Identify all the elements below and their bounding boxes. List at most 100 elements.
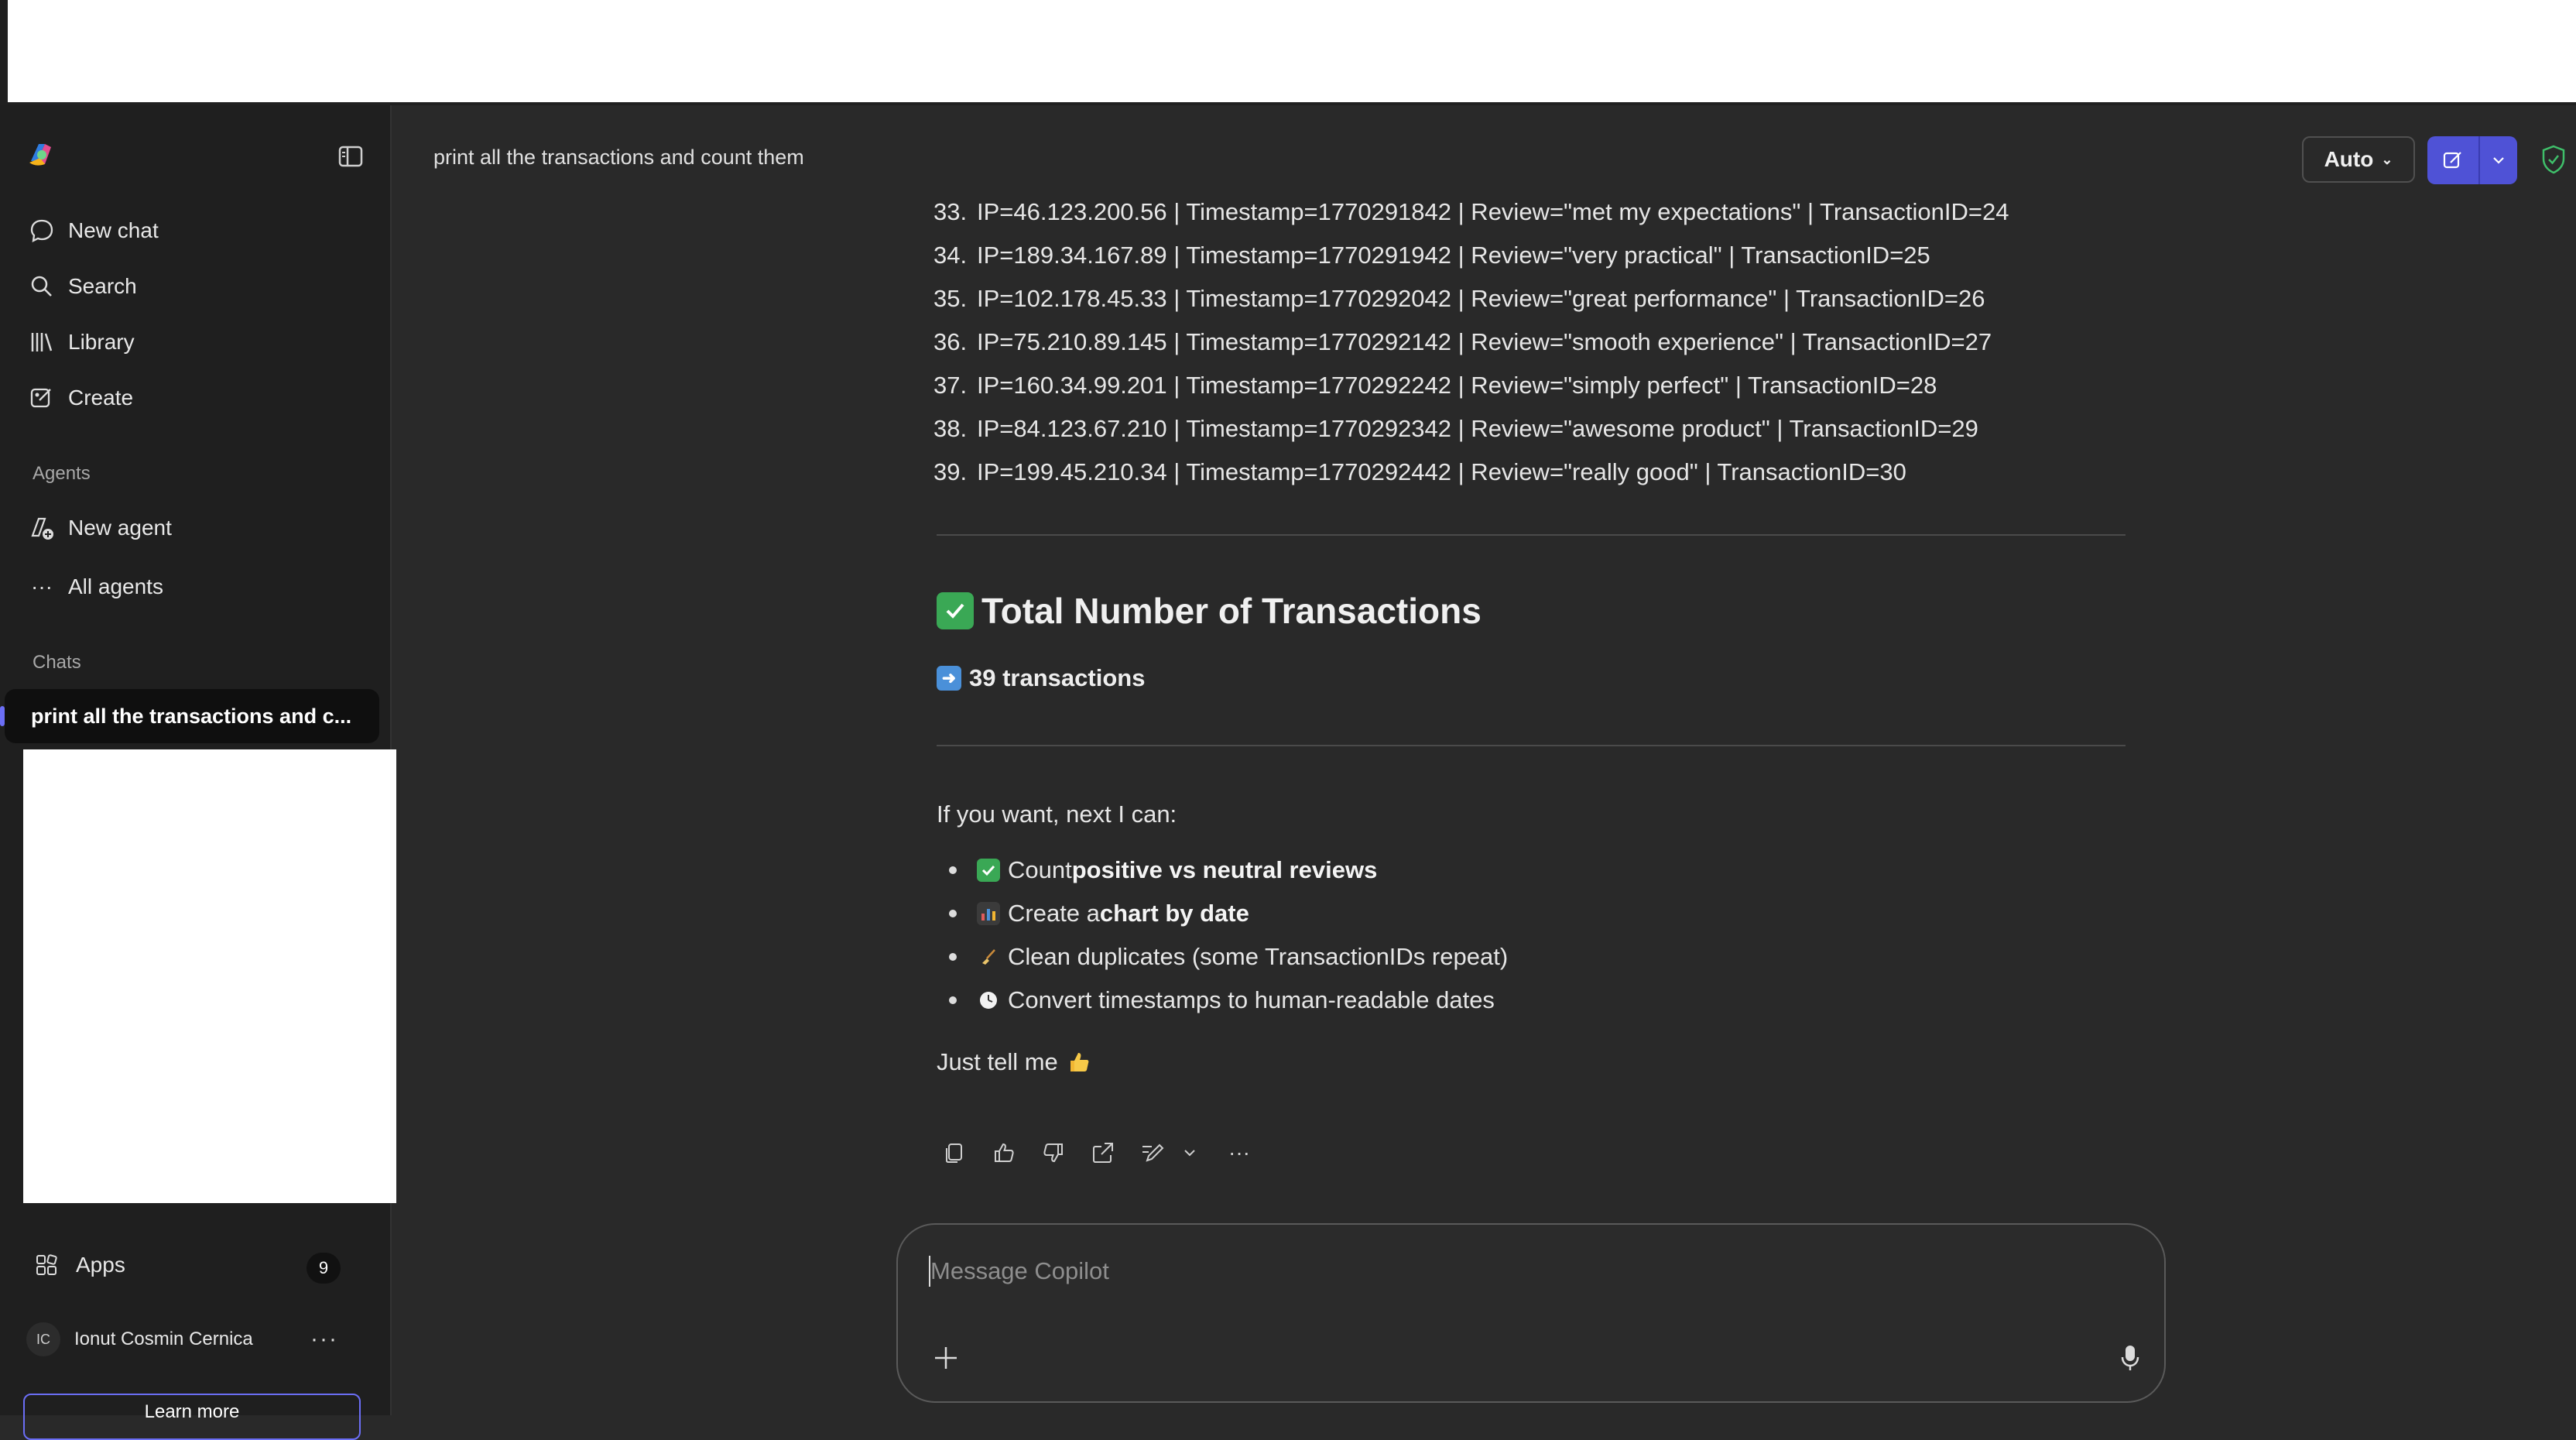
transaction-text: IP=46.123.200.56 | Timestamp=1770291842 … [977, 198, 2009, 225]
bullet-dot [949, 866, 957, 874]
transaction-item: 36. IP=75.210.89.145 | Timestamp=17702921… [933, 328, 1992, 356]
apps-count-badge: 9 [307, 1253, 341, 1284]
arrow-right-icon: ➜ [937, 666, 961, 691]
new-conversation-button[interactable] [2427, 136, 2517, 184]
transaction-item: 37. IP=160.34.99.201 | Timestamp=17702922… [933, 372, 1937, 399]
list-item: Count positive vs neutral reviews [949, 856, 1377, 884]
nav-label: All agents [68, 574, 163, 598]
transaction-text: IP=75.210.89.145 | Timestamp=1770292142 … [977, 328, 1992, 355]
broom-icon [977, 945, 1000, 969]
shield-check-icon[interactable] [2540, 144, 2567, 175]
user-more-icon[interactable]: ··· [305, 1318, 344, 1361]
transaction-count: ➜ 39 transactions [937, 664, 1145, 692]
transaction-text: IP=199.45.210.34 | Timestamp=1770292442 … [977, 458, 1906, 485]
count-text: 39 transactions [969, 664, 1146, 691]
agents-section-label: Agents [33, 463, 91, 484]
add-attachment-icon[interactable] [929, 1341, 963, 1375]
nav-create[interactable]: Create [26, 376, 133, 420]
bar-chart-icon [977, 902, 1000, 925]
nav-label: New chat [68, 218, 159, 242]
text-caret [929, 1256, 930, 1287]
nav-all-agents[interactable]: ··· All agents [26, 565, 163, 609]
nav-label: Search [68, 274, 137, 298]
edit-icon[interactable] [1138, 1138, 1167, 1167]
closing-line: Just tell me [937, 1048, 1092, 1076]
transaction-item: 34. IP=189.34.167.89 | Timestamp=17702919… [933, 242, 1930, 269]
nav-apps[interactable]: Apps [31, 1243, 341, 1287]
transaction-item: 35. IP=102.178.45.33 | Timestamp=17702920… [933, 285, 1985, 313]
chevron-down-icon[interactable] [2480, 136, 2517, 184]
copy-icon[interactable] [940, 1138, 969, 1167]
nav-label: Library [68, 330, 135, 354]
search-icon [26, 271, 57, 302]
clock-icon [977, 989, 1000, 1012]
chevron-down-icon[interactable] [1177, 1138, 1203, 1167]
transaction-text: IP=189.34.167.89 | Timestamp=1770291942 … [977, 242, 1930, 269]
option-text: Create a [1008, 900, 1100, 927]
item-number: 37. [933, 372, 968, 399]
sidebar: New chat Search Library Create Agents Ne… [0, 105, 396, 1440]
more-options-icon[interactable]: ··· [1225, 1138, 1254, 1167]
option-text: Convert timestamps to human-readable dat… [1008, 986, 1495, 1013]
avatar: IC [26, 1322, 60, 1356]
item-number: 39. [933, 458, 968, 485]
options-intro: If you want, next I can: [937, 801, 1177, 828]
check-mark-icon [977, 859, 1000, 882]
chevron-down-icon: ⌄ [2381, 151, 2393, 167]
transaction-text: IP=160.34.99.201 | Timestamp=1770292242 … [977, 372, 1937, 399]
nav-library[interactable]: Library [26, 321, 135, 364]
list-item: Convert timestamps to human-readable dat… [949, 986, 1495, 1014]
nav-search[interactable]: Search [26, 265, 137, 308]
apps-icon [31, 1250, 62, 1281]
compose-icon[interactable] [2427, 136, 2480, 184]
learn-more-button[interactable]: Learn more [23, 1394, 361, 1440]
copilot-logo-icon[interactable] [25, 139, 56, 170]
share-icon[interactable] [1088, 1138, 1118, 1167]
transaction-text: IP=84.123.67.210 | Timestamp=1770292342 … [977, 415, 1978, 442]
message-input[interactable] [929, 1251, 2016, 1291]
bullet-dot [949, 910, 957, 917]
user-name: Ionut Cosmin Cernica [74, 1329, 253, 1349]
option-bold-text: chart by date [1099, 900, 1249, 927]
nav-label: New agent [68, 516, 172, 540]
thumbs-up-icon[interactable] [989, 1138, 1019, 1167]
nav-label: Create [68, 386, 134, 410]
nav-new-chat[interactable]: New chat [26, 209, 159, 252]
blank-panel [23, 749, 396, 1203]
nav-new-agent[interactable]: New agent [26, 506, 172, 550]
transaction-item: 39. IP=199.45.210.34 | Timestamp=17702924… [933, 458, 1906, 486]
new-agent-icon [26, 513, 57, 543]
message-composer [896, 1223, 2166, 1403]
collapse-sidebar-icon[interactable] [337, 144, 364, 169]
transaction-item: 33. IP=46.123.200.56 | Timestamp=17702918… [933, 198, 2009, 226]
thumbs-down-icon[interactable] [1039, 1138, 1068, 1167]
transaction-text: IP=102.178.45.33 | Timestamp=1770292042 … [977, 285, 1985, 312]
transaction-item: 38. IP=84.123.67.210 | Timestamp=17702923… [933, 415, 1978, 443]
item-number: 38. [933, 415, 968, 442]
bullet-dot [949, 953, 957, 961]
item-number: 34. [933, 242, 968, 269]
create-icon [26, 382, 57, 413]
closing-text: Just tell me [937, 1048, 1058, 1075]
library-icon [26, 327, 57, 358]
chat-title: print all the transactions and count the… [433, 146, 804, 169]
apps-label: Apps [76, 1253, 125, 1277]
browser-top-blank [8, 0, 2576, 102]
chat-item-label: print all the transactions and c... [31, 704, 352, 728]
summary-heading: Total Number of Transactions [937, 590, 1482, 632]
chat-item-selected[interactable]: print all the transactions and c... [0, 689, 379, 743]
item-number: 36. [933, 328, 968, 355]
option-text: Clean duplicates (some TransactionIDs re… [1008, 943, 1509, 970]
item-number: 35. [933, 285, 968, 312]
chats-section-label: Chats [33, 652, 81, 673]
thumbs-up-emoji-icon [1066, 1049, 1092, 1075]
item-number: 33. [933, 198, 968, 225]
model-label: Auto [2324, 147, 2374, 171]
microphone-icon[interactable] [2115, 1341, 2146, 1375]
model-selector[interactable]: Auto ⌄ [2302, 136, 2415, 183]
check-mark-icon [937, 592, 974, 629]
list-item: Create a chart by date [949, 900, 1249, 927]
divider [937, 534, 2126, 536]
selection-accent [0, 706, 5, 726]
heading-text: Total Number of Transactions [981, 591, 1482, 631]
